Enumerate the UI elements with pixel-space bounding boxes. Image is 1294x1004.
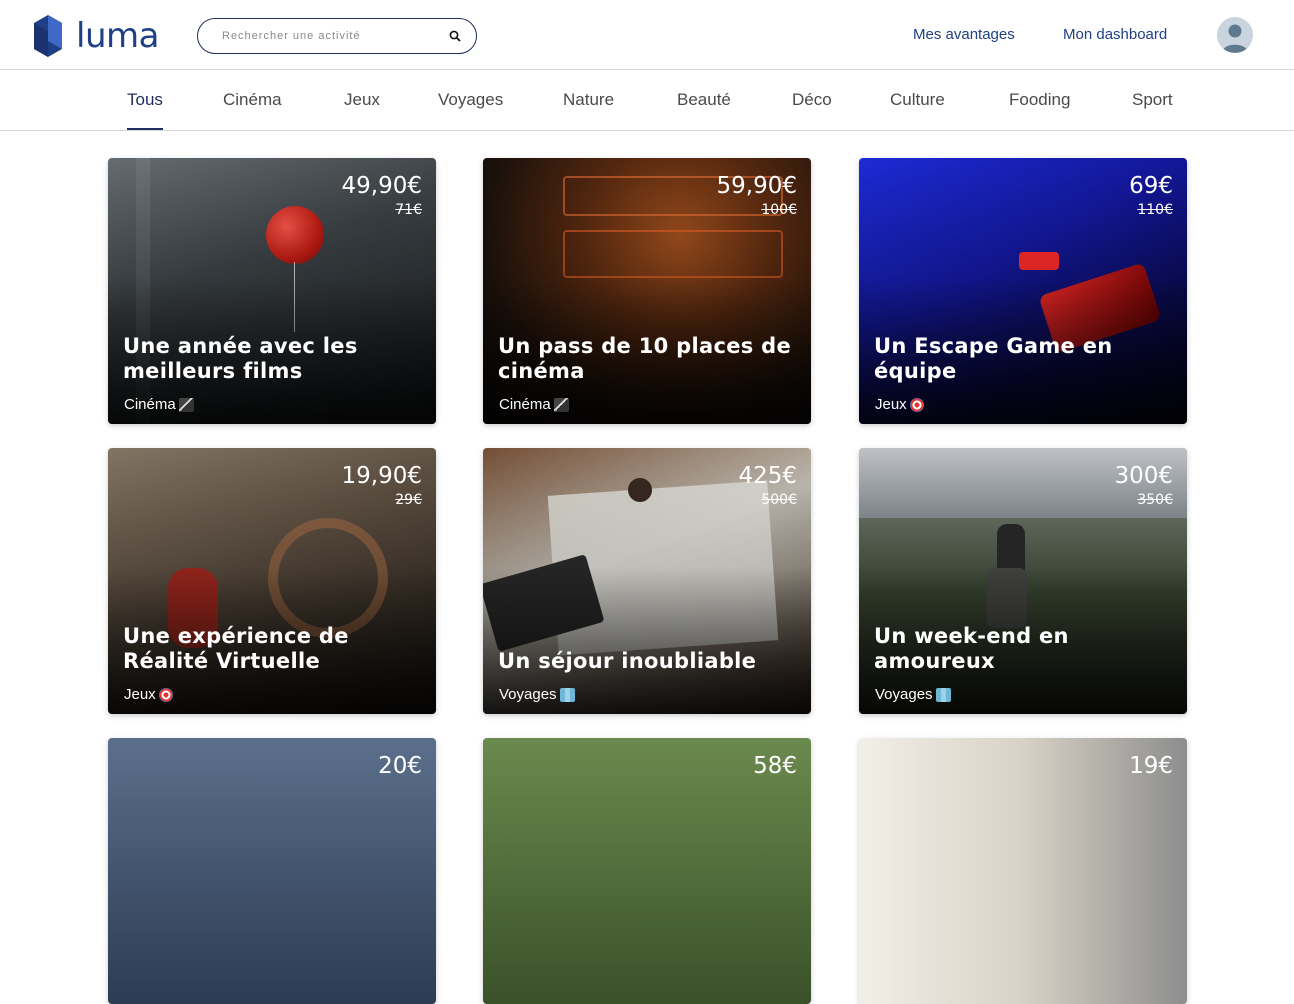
price-block: 20€	[378, 752, 422, 780]
price-block: 69€ 110€	[1129, 172, 1173, 218]
tab-culture[interactable]: Culture	[890, 90, 945, 130]
top-header: luma Mes avantages Mon dashboard	[0, 0, 1294, 70]
luma-logo[interactable]: luma	[34, 14, 159, 58]
offer-card[interactable]: 69€ 110€ Un Escape Game en équipe Jeux	[859, 158, 1187, 424]
card-category: Voyages	[875, 686, 951, 703]
original-price: 29€	[395, 492, 422, 508]
logo-text: luma	[76, 16, 159, 56]
offer-card[interactable]: 58€	[483, 738, 811, 1004]
card-category: Voyages	[499, 686, 575, 703]
current-price: 425€	[738, 463, 797, 489]
card-category-label: Cinéma	[124, 396, 176, 413]
current-price: 19€	[1129, 753, 1173, 779]
price-block: 49,90€ 71€	[342, 172, 422, 218]
card-category-label: Voyages	[499, 686, 557, 703]
card-category: Cinéma	[124, 396, 194, 413]
user-avatar[interactable]	[1217, 17, 1253, 53]
dart-target-icon	[909, 397, 924, 412]
original-price: 100€	[761, 202, 797, 218]
category-tabs: Tous Cinéma Jeux Voyages Nature Beauté D…	[0, 70, 1294, 131]
card-title: Une expérience de Réalité Virtuelle	[123, 624, 349, 673]
tab-voyages[interactable]: Voyages	[438, 90, 503, 130]
price-block: 19€	[1129, 752, 1173, 780]
price-block: 19,90€ 29€	[342, 462, 422, 508]
card-title: Un séjour inoubliable	[498, 649, 757, 673]
offer-card[interactable]: 19€	[859, 738, 1187, 1004]
search-bar[interactable]	[197, 18, 477, 54]
clapperboard-icon	[553, 397, 569, 412]
tab-cinema[interactable]: Cinéma	[223, 90, 282, 130]
tab-tous[interactable]: Tous	[127, 90, 163, 130]
current-price: 300€	[1114, 463, 1173, 489]
original-price: 71€	[395, 202, 422, 218]
original-price: 110€	[1137, 202, 1173, 218]
card-title: Un Escape Game en équipe	[874, 334, 1113, 383]
dart-target-icon	[158, 687, 173, 702]
price-block: 59,90€ 100€	[717, 172, 797, 218]
tab-fooding[interactable]: Fooding	[1009, 90, 1070, 130]
current-price: 69€	[1129, 173, 1173, 199]
offer-card[interactable]: 59,90€ 100€ Un pass de 10 places de ciné…	[483, 158, 811, 424]
map-icon	[559, 687, 575, 702]
card-category-label: Jeux	[875, 396, 907, 413]
card-category-label: Voyages	[875, 686, 933, 703]
tab-jeux[interactable]: Jeux	[344, 90, 380, 130]
map-icon	[935, 687, 951, 702]
card-category: Jeux	[875, 396, 924, 413]
offer-card[interactable]: 20€	[108, 738, 436, 1004]
offer-card[interactable]: 19,90€ 29€ Une expérience de Réalité Vir…	[108, 448, 436, 714]
card-title: Une année avec les meilleurs films	[123, 334, 358, 383]
current-price: 19,90€	[341, 463, 422, 489]
card-category: Cinéma	[499, 396, 569, 413]
user-icon	[1222, 24, 1248, 53]
search-input[interactable]	[222, 30, 448, 42]
original-price: 500€	[761, 492, 797, 508]
card-category-label: Cinéma	[499, 396, 551, 413]
current-price: 20€	[378, 753, 422, 779]
tab-sport[interactable]: Sport	[1132, 90, 1173, 130]
card-category: Jeux	[124, 686, 173, 703]
tab-nature[interactable]: Nature	[563, 90, 614, 130]
offer-card[interactable]: 300€ 350€ Un week-end en amoureux Voyage…	[859, 448, 1187, 714]
current-price: 49,90€	[341, 173, 422, 199]
nav-mon-dashboard[interactable]: Mon dashboard	[1063, 26, 1167, 43]
tab-deco[interactable]: Déco	[792, 90, 832, 130]
card-category-label: Jeux	[124, 686, 156, 703]
price-block: 58€	[753, 752, 797, 780]
search-icon[interactable]	[448, 29, 462, 43]
price-block: 300€ 350€	[1114, 462, 1173, 508]
tab-beaute[interactable]: Beauté	[677, 90, 731, 130]
card-title: Un week-end en amoureux	[874, 624, 1069, 673]
luma-logo-icon	[34, 15, 62, 57]
price-block: 425€ 500€	[738, 462, 797, 508]
card-title: Un pass de 10 places de cinéma	[498, 334, 792, 383]
nav-mes-avantages[interactable]: Mes avantages	[913, 26, 1015, 43]
original-price: 350€	[1137, 492, 1173, 508]
current-price: 58€	[753, 753, 797, 779]
offer-card[interactable]: 49,90€ 71€ Une année avec les meilleurs …	[108, 158, 436, 424]
current-price: 59,90€	[716, 173, 797, 199]
offer-card[interactable]: 425€ 500€ Un séjour inoubliable Voyages	[483, 448, 811, 714]
clapperboard-icon	[178, 397, 194, 412]
